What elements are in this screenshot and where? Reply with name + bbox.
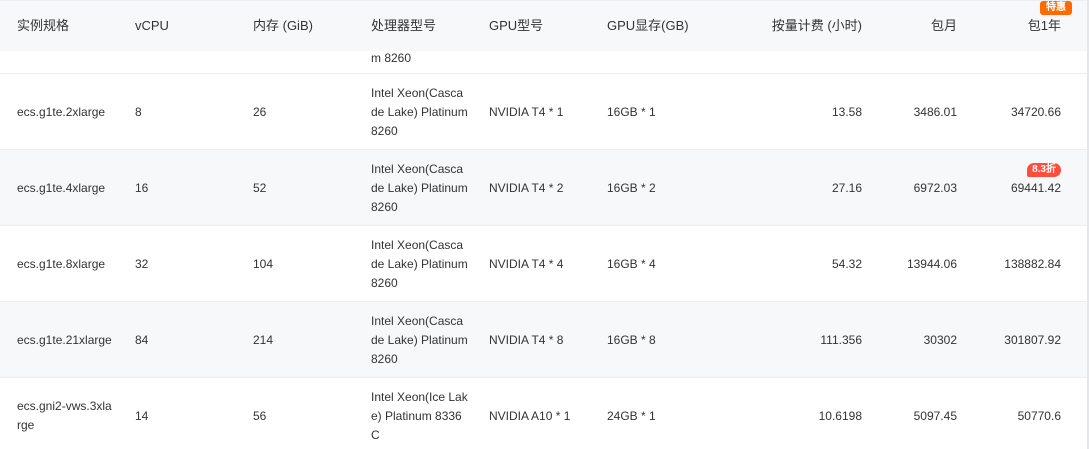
- cell-gpu-memory: 16GB * 2: [607, 180, 656, 195]
- cell-gpu: NVIDIA T4 * 2: [489, 180, 564, 195]
- spec-text: ecs.g1te.4xlarge: [17, 180, 106, 195]
- cell-monthly: 5097.45: [913, 408, 957, 423]
- cell-gpu: NVIDIA T4 * 4: [489, 256, 564, 271]
- header-gpu: GPU型号: [489, 18, 544, 33]
- cell-vcpu: 16: [135, 180, 149, 195]
- processor-text: m 8260: [371, 51, 412, 65]
- table-body: m 8260 ecs.g1te.2xlarge 8 26 Intel Xeon(…: [0, 0, 1089, 449]
- cell-memory: 52: [253, 180, 267, 195]
- cell-yearly: 8.3折 69441.42: [957, 150, 1061, 226]
- yearly-value: 69441.42: [1010, 180, 1061, 195]
- table-row: ecs.g1te.8xlarge 32 104 Intel Xeon(Casca…: [0, 226, 1089, 302]
- cell-hourly: 54.32: [831, 256, 862, 271]
- cell-vcpu: 32: [135, 256, 149, 271]
- header-spec: 实例规格: [17, 18, 70, 33]
- special-offer-badge: 特惠: [1040, 1, 1072, 15]
- cell-hourly: 27.16: [831, 180, 862, 195]
- cell-processor: Intel Xeon(Cascade Lake) Platinum 8260: [354, 226, 472, 302]
- cell-spec: ecs.g1te.8xlarge: [0, 226, 118, 302]
- cell-memory: 26: [253, 104, 267, 119]
- processor-text: Intel Xeon(Cascade Lake) Platinum 8260: [371, 85, 468, 138]
- cell-spec: ecs.g1te.4xlarge: [0, 150, 118, 226]
- cell-hourly: 10.6198: [818, 408, 862, 423]
- processor-text: Intel Xeon(Cascade Lake) Platinum 8260: [371, 161, 468, 214]
- cell-monthly: 13944.06: [906, 256, 957, 271]
- cell-gpu-memory: 16GB * 8: [607, 332, 656, 347]
- spec-text: ecs.gni2-vws.3xlarge: [17, 399, 112, 432]
- cell-gpu: NVIDIA T4 * 8: [489, 332, 564, 347]
- discount-badge: 8.3折: [1027, 163, 1061, 177]
- header-vcpu: vCPU: [135, 18, 169, 33]
- cell-yearly: 50770.6: [1017, 408, 1061, 423]
- processor-text: Intel Xeon(Cascade Lake) Platinum 8260: [371, 237, 468, 290]
- table-row: ecs.g1te.4xlarge 16 52 Intel Xeon(Cascad…: [0, 150, 1089, 226]
- header-hourly: 按量计费 (小时): [771, 18, 862, 33]
- cell-hourly: 13.58: [831, 104, 862, 119]
- cell-processor: Intel Xeon(Cascade Lake) Platinum 8260: [354, 74, 472, 150]
- cell-vcpu: 8: [135, 104, 142, 119]
- header-monthly: 包月: [930, 18, 957, 33]
- cell-spec: ecs.g1te.21xlarge: [0, 302, 118, 378]
- cell-gpu: NVIDIA A10 * 1: [489, 408, 571, 423]
- table-header: 实例规格 vCPU 内存 (GiB) 处理器型号 GPU型号 GPU显存(GB)…: [0, 0, 1089, 51]
- cell-spec: ecs.gni2-vws.3xlarge: [0, 378, 118, 449]
- cell-spec: ecs.g1te.2xlarge: [0, 74, 118, 150]
- cell-processor: Intel Xeon(Ice Lake) Platinum 8336C: [354, 378, 472, 449]
- processor-text: Intel Xeon(Ice Lake) Platinum 8336C: [371, 389, 468, 442]
- pricing-table: 实例规格 vCPU 内存 (GiB) 处理器型号 GPU型号 GPU显存(GB)…: [0, 0, 1089, 449]
- cell-vcpu: 84: [135, 332, 149, 347]
- header-gpu-memory: GPU显存(GB): [607, 18, 689, 33]
- spec-text: ecs.g1te.2xlarge: [17, 104, 106, 119]
- cell-hourly: 111.356: [820, 332, 862, 347]
- cell-gpu-memory: 24GB * 1: [607, 408, 656, 423]
- cell-memory: 56: [253, 408, 267, 423]
- cell-processor: Intel Xeon(Cascade Lake) Platinum 8260: [354, 302, 472, 378]
- table-row: ecs.gni2-vws.3xlarge 14 56 Intel Xeon(Ic…: [0, 378, 1089, 449]
- cell-yearly: 34720.66: [1010, 104, 1061, 119]
- spec-text: ecs.g1te.8xlarge: [17, 256, 106, 271]
- cell-monthly: 3486.01: [913, 104, 957, 119]
- cell-yearly: 138882.84: [1004, 256, 1061, 271]
- processor-text: Intel Xeon(Cascade Lake) Platinum 8260: [371, 313, 468, 366]
- header-memory: 内存 (GiB): [253, 18, 313, 33]
- header-processor: 处理器型号: [371, 18, 437, 33]
- cell-gpu: NVIDIA T4 * 1: [489, 104, 564, 119]
- cell-memory: 104: [253, 256, 274, 271]
- cell-yearly: 301807.92: [1004, 332, 1061, 347]
- cell-monthly: 30302: [923, 332, 957, 347]
- cell-vcpu: 14: [135, 408, 149, 423]
- table-row: ecs.g1te.2xlarge 8 26 Intel Xeon(Cascade…: [0, 74, 1089, 150]
- spec-text: ecs.g1te.21xlarge: [17, 332, 112, 347]
- cell-gpu-memory: 16GB * 1: [607, 104, 656, 119]
- cell-monthly: 6972.03: [913, 180, 957, 195]
- cell-gpu-memory: 16GB * 4: [607, 256, 656, 271]
- cell-processor: Intel Xeon(Cascade Lake) Platinum 8260: [354, 150, 472, 226]
- cell-memory: 214: [253, 332, 274, 347]
- table-row: ecs.g1te.21xlarge 84 214 Intel Xeon(Casc…: [0, 302, 1089, 378]
